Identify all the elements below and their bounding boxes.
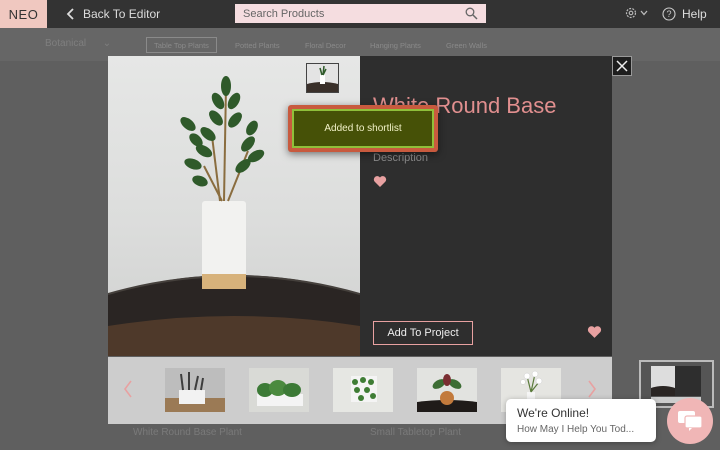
bg-product-name: Small Tabletop Plant (370, 427, 461, 438)
product-thumbnail[interactable] (333, 368, 393, 412)
help-icon: ? (662, 7, 676, 21)
chat-button[interactable] (667, 398, 713, 444)
product-thumbnail[interactable] (249, 368, 309, 412)
search-icon[interactable] (465, 7, 478, 20)
settings-menu[interactable] (624, 6, 648, 20)
close-button[interactable] (612, 56, 632, 76)
chip-floral-decor: Floral Decor (305, 40, 346, 50)
description-label: Description (373, 152, 429, 164)
chat-title: We're Online! (517, 406, 590, 420)
bg-product-name: White Round Base Plant (133, 427, 242, 438)
back-to-editor-button[interactable]: Back To Editor (66, 0, 160, 28)
svg-text:?: ? (666, 9, 671, 19)
chat-subtitle: How May I Help You Tod... (517, 424, 635, 435)
chip-potted-plants: Potted Plants (235, 40, 280, 50)
shortlist-toast: Added to shortlist (288, 105, 438, 152)
help-label: Help (682, 7, 707, 21)
chip-table-top-plants: Table Top Plants (146, 37, 217, 53)
app-logo[interactable]: NEO (0, 0, 47, 28)
top-bar: NEO Back To Editor Search Products ? Hel… (0, 0, 720, 28)
category-dropdown: Botanical ⌄ (45, 38, 112, 49)
chat-bubble[interactable]: We're Online! How May I Help You Tod... (506, 399, 656, 442)
help-button[interactable]: ? Help (662, 0, 707, 28)
heart-icon[interactable] (373, 175, 387, 188)
chevron-left-icon[interactable] (122, 379, 134, 399)
close-icon (616, 60, 628, 72)
product-thumbnail[interactable] (165, 368, 225, 412)
chip-hanging-plants: Hanging Plants (370, 40, 421, 50)
image-thumbnail[interactable] (306, 63, 339, 93)
product-thumbnail[interactable] (417, 368, 477, 412)
back-label: Back To Editor (83, 7, 161, 21)
product-main-image (108, 56, 360, 356)
search-input[interactable]: Search Products (235, 4, 486, 23)
chip-green-walls: Green Walls (446, 40, 487, 50)
chevron-left-icon (66, 8, 74, 20)
toast-message: Added to shortlist (292, 109, 434, 148)
favorite-heart-icon[interactable] (587, 325, 602, 339)
search-placeholder: Search Products (243, 7, 325, 20)
add-to-project-button[interactable]: Add To Project (373, 321, 473, 345)
chevron-right-icon[interactable] (586, 379, 598, 399)
gear-icon (625, 7, 637, 19)
chevron-down-icon (640, 10, 648, 16)
chat-icon (678, 411, 703, 431)
